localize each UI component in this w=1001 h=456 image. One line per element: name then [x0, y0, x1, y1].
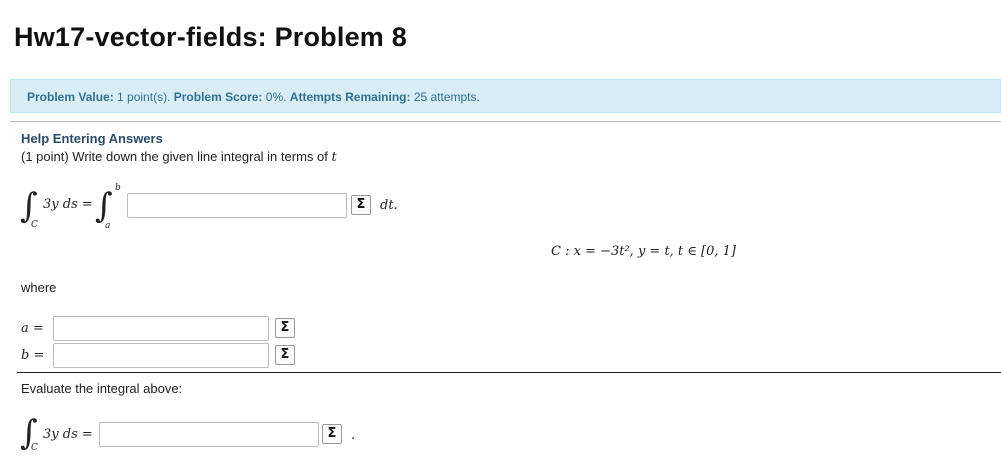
- equation-editor-button-integrand[interactable]: Σ: [351, 195, 371, 215]
- problem-intro: (1 point) Write down the given line inte…: [21, 149, 337, 165]
- integral-lhs-expression: 3y ds =: [43, 197, 93, 212]
- problem-score-label: Problem Score:: [173, 90, 263, 104]
- header-divider: [10, 121, 1001, 122]
- section-divider: [17, 372, 1001, 373]
- b-input[interactable]: [53, 343, 269, 368]
- a-input[interactable]: [53, 316, 269, 341]
- attempts-remaining-text: 25 attempts.: [410, 90, 480, 104]
- dt-label: dt.: [380, 198, 398, 213]
- result-period: .: [351, 428, 356, 443]
- intro-text: (1 point) Write down the given line inte…: [21, 149, 328, 164]
- equation-editor-button-b[interactable]: Σ: [275, 345, 295, 365]
- evaluate-label: Evaluate the integral above:: [21, 381, 183, 396]
- equation-editor-button-a[interactable]: Σ: [275, 318, 295, 338]
- problem-info-bar: Problem Value: 1 point(s). Problem Score…: [10, 79, 1001, 113]
- result-input[interactable]: [99, 422, 319, 447]
- integral-sign: ∫: [20, 186, 38, 226]
- eval-lhs-expression: 3y ds =: [43, 427, 93, 442]
- page-title: Hw17-vector-fields: Problem 8: [14, 22, 407, 52]
- where-label: where: [21, 280, 57, 295]
- upper-limit-b: b: [115, 183, 121, 193]
- problem-value-label: Problem Value:: [27, 90, 114, 104]
- curve-definition: C : x = −3t², y = t, t ∈ [0, 1]: [551, 244, 736, 259]
- lower-limit-a: a: [105, 221, 111, 231]
- problem-value-text: 1 point(s).: [113, 90, 174, 104]
- integrand-input[interactable]: [127, 193, 347, 218]
- intro-variable: t: [331, 150, 337, 165]
- eval-integral-lower-limit: C: [31, 443, 38, 453]
- problem-score-text: 0%.: [262, 90, 290, 104]
- help-entering-answers-link[interactable]: Help Entering Answers: [21, 131, 163, 146]
- attempts-remaining-label: Attempts Remaining:: [289, 90, 411, 104]
- integral-lower-limit: C: [31, 220, 38, 230]
- equation-editor-button-result[interactable]: Σ: [322, 424, 342, 444]
- b-label: b =: [21, 348, 45, 363]
- definite-integral-sign: ∫: [95, 186, 113, 226]
- a-label: a =: [21, 321, 44, 336]
